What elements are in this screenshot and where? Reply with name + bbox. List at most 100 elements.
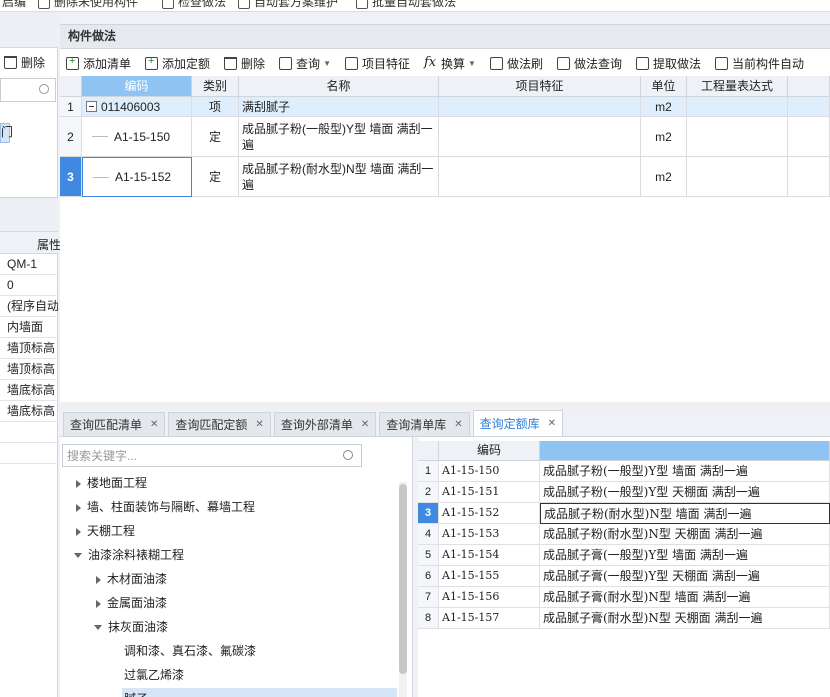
table-cell-type[interactable]: 定	[192, 157, 239, 197]
top-toolbar-item-1[interactable]: 删除未使用构件	[38, 0, 138, 10]
property-row[interactable]: 0	[0, 275, 58, 296]
column-header-code[interactable]: 编码	[439, 441, 540, 461]
table-cell-feature[interactable]	[439, 117, 641, 157]
table-row[interactable]: 7 A1-15-156 成品腻子膏(耐水型)N型 墙面 满刮一遍	[418, 587, 830, 608]
table-cell-expr[interactable]	[687, 157, 788, 197]
collapse-arrow-icon[interactable]	[94, 625, 102, 631]
table-cell-unit[interactable]: m2	[641, 117, 687, 157]
table-cell-code-editing[interactable]: A1-15-152	[82, 157, 192, 197]
table-row[interactable]: 4 A1-15-153 成品腻子粉(耐水型)N型 天棚面 满刮一遍	[418, 524, 830, 545]
property-row[interactable]	[0, 422, 58, 443]
table-row-selected[interactable]: 3 A1-15-152 成品腻子粉(耐水型)N型 墙面 满刮一遍	[418, 503, 830, 524]
property-row[interactable]: 墙底标高	[0, 380, 58, 401]
tree-node[interactable]: 金属面油漆	[96, 592, 167, 614]
tree-node[interactable]: 墙、柱面装饰与隔断、幕墙工程	[76, 496, 255, 518]
tab-quota-library[interactable]: 查询定额库 ✕	[472, 410, 564, 436]
column-header-type[interactable]: 类别	[192, 76, 239, 97]
tree-node[interactable]: 天棚工程	[76, 520, 135, 542]
column-header-name[interactable]	[540, 441, 830, 461]
search-icon[interactable]	[343, 450, 353, 460]
tree-node[interactable]: 楼地面工程	[76, 472, 147, 494]
property-row[interactable]: 墙顶标高	[0, 359, 58, 380]
tree-node[interactable]: 抹灰面油漆	[94, 616, 168, 638]
close-icon[interactable]: ✕	[361, 419, 369, 430]
tree-node-leaf[interactable]: 过氯乙烯漆	[124, 664, 184, 686]
column-header-name[interactable]: 名称	[239, 76, 439, 97]
row-number[interactable]: 2	[60, 117, 82, 157]
table-cell-name[interactable]: 满刮腻子	[239, 97, 439, 117]
close-icon[interactable]: ✕	[150, 419, 158, 430]
extract-button[interactable]: 提取做法	[635, 55, 701, 72]
table-cell-unit[interactable]: m2	[641, 157, 687, 197]
table-cell-expr[interactable]	[687, 117, 788, 157]
tab-external-list[interactable]: 查询外部清单 ✕	[273, 412, 377, 436]
top-toolbar-item-4[interactable]: 批量自动套做法	[356, 0, 456, 10]
top-toolbar-item-0[interactable]: 启编	[2, 0, 26, 10]
tree-node-selected[interactable]: 腻子	[122, 688, 397, 697]
table-cell-feature[interactable]	[439, 157, 641, 197]
expand-arrow-icon[interactable]	[96, 599, 101, 608]
table-cell-expr[interactable]	[687, 97, 788, 117]
method-query-button[interactable]: 做法查询	[556, 55, 622, 72]
add-quota-button[interactable]: 添加定额	[145, 55, 210, 72]
table-cell-code[interactable]: A1-15-150	[82, 117, 192, 157]
table-cell-feature[interactable]	[439, 97, 641, 117]
top-toolbar-item-2[interactable]: 检查做法	[162, 0, 226, 10]
quota-code: A1-15-153	[439, 524, 540, 545]
row-number-selected[interactable]: 3	[60, 157, 82, 197]
expand-arrow-icon[interactable]	[76, 479, 81, 488]
property-row[interactable]	[0, 443, 58, 464]
table-row[interactable]: 1 A1-15-150 成品腻子粉(一般型)Y型 墙面 满刮一遍	[418, 461, 830, 482]
table-cell-type[interactable]: 定	[192, 117, 239, 157]
column-header-expr[interactable]: 工程量表达式	[687, 76, 788, 97]
property-row[interactable]: 墙顶标高	[0, 338, 58, 359]
vertical-scrollbar[interactable]	[399, 482, 407, 697]
tab-list-library[interactable]: 查询清单库 ✕	[379, 412, 470, 436]
table-row[interactable]: 5 A1-15-154 成品腻子膏(一般型)Y型 墙面 满刮一遍	[418, 545, 830, 566]
top-toolbar-item-3[interactable]: 自动套方案维护	[238, 0, 338, 10]
table-row[interactable]: 6 A1-15-155 成品腻子膏(一般型)Y型 天棚面 满刮一遍	[418, 566, 830, 587]
feature-button[interactable]: 项目特征	[344, 55, 410, 72]
table-cell-name[interactable]: 成品腻子粉(耐水型)N型 墙面 满刮一遍	[239, 157, 439, 197]
column-header-code[interactable]: 编码	[82, 76, 192, 97]
column-header-unit[interactable]: 单位	[641, 76, 687, 97]
table-row[interactable]: 2 A1-15-151 成品腻子粉(一般型)Y型 天棚面 满刮一遍	[418, 482, 830, 503]
property-row[interactable]: 内墙面	[0, 317, 58, 338]
tree-node-leaf[interactable]: 调和漆、真石漆、氟碳漆	[124, 640, 256, 662]
row-number[interactable]: 1	[60, 97, 82, 117]
auto-apply-button[interactable]: 当前构件自动	[714, 55, 804, 72]
tab-match-quota[interactable]: 查询匹配定额 ✕	[168, 412, 271, 436]
property-row[interactable]: QM-1	[0, 254, 58, 275]
expand-arrow-icon[interactable]	[96, 575, 101, 584]
tab-match-list[interactable]: 查询匹配清单 ✕	[63, 412, 166, 436]
horizontal-scrollbar[interactable]	[60, 402, 830, 409]
left-selected-item[interactable]: 门	[0, 123, 13, 143]
left-search-input[interactable]	[0, 78, 56, 102]
expand-arrow-icon[interactable]	[76, 503, 81, 512]
convert-button[interactable]: fx 换算 ▼	[424, 55, 476, 72]
tree-node[interactable]: 油漆涂料裱糊工程	[74, 544, 184, 566]
delete-button[interactable]: 删除	[224, 55, 265, 72]
table-row[interactable]: 8 A1-15-157 成品腻子膏(耐水型)N型 天棚面 满刮一遍	[418, 608, 830, 629]
close-icon[interactable]: ✕	[454, 419, 462, 430]
table-cell-unit[interactable]: m2	[641, 97, 687, 117]
table-cell-type[interactable]: 项	[192, 97, 239, 117]
add-list-button[interactable]: 添加清单	[66, 55, 131, 72]
scrollbar-thumb[interactable]	[399, 484, 407, 674]
collapse-arrow-icon[interactable]	[74, 553, 82, 559]
left-delete-button[interactable]: 删除	[4, 54, 45, 71]
tree-search-input[interactable]	[63, 445, 333, 466]
property-row[interactable]: (程序自动	[0, 296, 58, 317]
property-row[interactable]: 墙底标高	[0, 401, 58, 422]
brush-button[interactable]: 做法刷	[489, 55, 543, 72]
collapse-icon[interactable]	[86, 101, 97, 112]
table-cell-code[interactable]: 011406003	[82, 97, 192, 117]
expand-arrow-icon[interactable]	[76, 527, 81, 536]
close-icon[interactable]: ✕	[548, 418, 556, 429]
close-icon[interactable]: ✕	[255, 419, 263, 430]
tree-node[interactable]: 木材面油漆	[96, 568, 167, 590]
column-header-feature[interactable]: 项目特征	[439, 76, 641, 97]
fx-icon: fx	[424, 54, 437, 70]
query-button[interactable]: 查询 ▼	[279, 55, 331, 72]
table-cell-name[interactable]: 成品腻子粉(一般型)Y型 墙面 满刮一遍	[239, 117, 439, 157]
